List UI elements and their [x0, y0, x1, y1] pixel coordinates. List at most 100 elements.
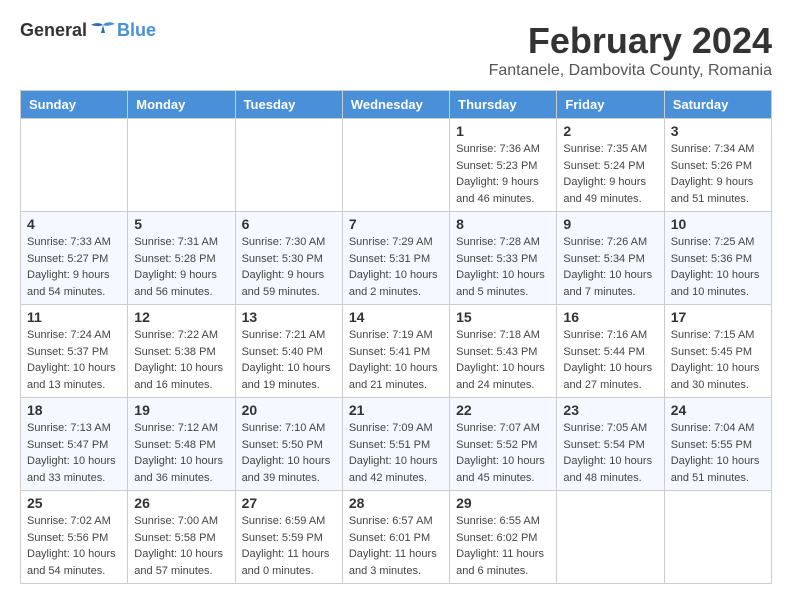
day-info: Sunrise: 7:19 AM Sunset: 5:41 PM Dayligh… — [349, 327, 443, 393]
calendar-week-row: 11 Sunrise: 7:24 AM Sunset: 5:37 PM Dayli… — [21, 305, 772, 398]
calendar-cell — [21, 119, 128, 212]
day-number: 7 — [349, 216, 443, 232]
calendar-cell: 27Sunrise: 6:59 AM Sunset: 5:59 PM Dayli… — [235, 491, 342, 584]
day-header-sunday: Sunday — [21, 91, 128, 119]
day-header-monday: Monday — [128, 91, 235, 119]
logo-general-text: General — [20, 20, 87, 41]
day-number: 14 — [349, 309, 443, 325]
day-info: Sunrise: 7:10 AM Sunset: 5:50 PM Dayligh… — [242, 420, 336, 486]
day-number: 6 — [242, 216, 336, 232]
day-info: Sunrise: 7:07 AM Sunset: 5:52 PM Dayligh… — [456, 420, 550, 486]
day-info: Sunrise: 7:34 AM Sunset: 5:26 PM Dayligh… — [671, 141, 765, 207]
calendar-cell: 12 Sunrise: 7:22 AM Sunset: 5:38 PM Dayli… — [128, 305, 235, 398]
calendar-header-row: SundayMondayTuesdayWednesdayThursdayFrid… — [21, 91, 772, 119]
calendar-cell: 11 Sunrise: 7:24 AM Sunset: 5:37 PM Dayli… — [21, 305, 128, 398]
calendar-cell: 7 Sunrise: 7:29 AM Sunset: 5:31 PM Daylig… — [342, 212, 449, 305]
day-number: 4 — [27, 216, 121, 232]
day-header-saturday: Saturday — [664, 91, 771, 119]
day-number: 21 — [349, 402, 443, 418]
calendar-cell: 4 Sunrise: 7:33 AM Sunset: 5:27 PM Daylig… — [21, 212, 128, 305]
day-info: Sunrise: 7:36 AM Sunset: 5:23 PM Dayligh… — [456, 141, 550, 207]
logo-bird-icon — [89, 21, 117, 41]
location-title: Fantanele, Dambovita County, Romania — [489, 62, 772, 80]
day-number: 16 — [563, 309, 657, 325]
day-number: 27 — [242, 495, 336, 511]
calendar-cell: 18Sunrise: 7:13 AM Sunset: 5:47 PM Dayli… — [21, 398, 128, 491]
calendar-cell: 22 Sunrise: 7:07 AM Sunset: 5:52 PM Dayli… — [450, 398, 557, 491]
day-number: 24 — [671, 402, 765, 418]
logo-blue-text: Blue — [117, 20, 156, 41]
day-number: 25 — [27, 495, 121, 511]
day-number: 8 — [456, 216, 550, 232]
calendar-cell: 10 Sunrise: 7:25 AM Sunset: 5:36 PM Dayli… — [664, 212, 771, 305]
calendar-cell: 9 Sunrise: 7:26 AM Sunset: 5:34 PM Daylig… — [557, 212, 664, 305]
title-section: February 2024 Fantanele, Dambovita Count… — [489, 20, 772, 80]
day-header-thursday: Thursday — [450, 91, 557, 119]
day-number: 13 — [242, 309, 336, 325]
day-info: Sunrise: 7:13 AM Sunset: 5:47 PM Dayligh… — [27, 420, 121, 486]
day-info: Sunrise: 7:29 AM Sunset: 5:31 PM Dayligh… — [349, 234, 443, 300]
day-number: 17 — [671, 309, 765, 325]
calendar-cell: 25 Sunrise: 7:02 AM Sunset: 5:56 PM Dayli… — [21, 491, 128, 584]
day-info: Sunrise: 7:25 AM Sunset: 5:36 PM Dayligh… — [671, 234, 765, 300]
day-number: 11 — [27, 309, 121, 325]
calendar-cell — [128, 119, 235, 212]
day-number: 22 — [456, 402, 550, 418]
calendar-cell: 21 Sunrise: 7:09 AM Sunset: 5:51 PM Dayli… — [342, 398, 449, 491]
calendar-week-row: 4 Sunrise: 7:33 AM Sunset: 5:27 PM Daylig… — [21, 212, 772, 305]
calendar-cell: 23 Sunrise: 7:05 AM Sunset: 5:54 PM Dayli… — [557, 398, 664, 491]
day-info: Sunrise: 6:55 AM Sunset: 6:02 PM Dayligh… — [456, 513, 550, 579]
day-number: 3 — [671, 123, 765, 139]
calendar-cell — [664, 491, 771, 584]
calendar-cell: 19Sunrise: 7:12 AM Sunset: 5:48 PM Dayli… — [128, 398, 235, 491]
calendar-cell: 1 Sunrise: 7:36 AM Sunset: 5:23 PM Daylig… — [450, 119, 557, 212]
calendar-cell: 14 Sunrise: 7:19 AM Sunset: 5:41 PM Dayli… — [342, 305, 449, 398]
day-info: Sunrise: 7:24 AM Sunset: 5:37 PM Dayligh… — [27, 327, 121, 393]
day-info: Sunrise: 7:31 AM Sunset: 5:28 PM Dayligh… — [134, 234, 228, 300]
calendar-cell: 3 Sunrise: 7:34 AM Sunset: 5:26 PM Daylig… — [664, 119, 771, 212]
calendar-cell: 17 Sunrise: 7:15 AM Sunset: 5:45 PM Dayli… — [664, 305, 771, 398]
day-info: Sunrise: 7:22 AM Sunset: 5:38 PM Dayligh… — [134, 327, 228, 393]
calendar-week-row: 18Sunrise: 7:13 AM Sunset: 5:47 PM Dayli… — [21, 398, 772, 491]
day-info: Sunrise: 7:05 AM Sunset: 5:54 PM Dayligh… — [563, 420, 657, 486]
day-info: Sunrise: 7:09 AM Sunset: 5:51 PM Dayligh… — [349, 420, 443, 486]
day-info: Sunrise: 7:00 AM Sunset: 5:58 PM Dayligh… — [134, 513, 228, 579]
day-number: 10 — [671, 216, 765, 232]
calendar-cell: 13 Sunrise: 7:21 AM Sunset: 5:40 PM Dayli… — [235, 305, 342, 398]
calendar-cell: 20 Sunrise: 7:10 AM Sunset: 5:50 PM Dayli… — [235, 398, 342, 491]
calendar-cell — [342, 119, 449, 212]
day-info: Sunrise: 7:16 AM Sunset: 5:44 PM Dayligh… — [563, 327, 657, 393]
day-info: Sunrise: 7:21 AM Sunset: 5:40 PM Dayligh… — [242, 327, 336, 393]
day-info: Sunrise: 7:35 AM Sunset: 5:24 PM Dayligh… — [563, 141, 657, 207]
calendar-cell: 2 Sunrise: 7:35 AM Sunset: 5:24 PM Daylig… — [557, 119, 664, 212]
day-number: 2 — [563, 123, 657, 139]
calendar-cell: 24Sunrise: 7:04 AM Sunset: 5:55 PM Dayli… — [664, 398, 771, 491]
calendar-table: SundayMondayTuesdayWednesdayThursdayFrid… — [20, 90, 772, 584]
day-number: 26 — [134, 495, 228, 511]
calendar-cell: 28Sunrise: 6:57 AM Sunset: 6:01 PM Dayli… — [342, 491, 449, 584]
day-number: 28 — [349, 495, 443, 511]
calendar-cell: 15Sunrise: 7:18 AM Sunset: 5:43 PM Dayli… — [450, 305, 557, 398]
day-number: 12 — [134, 309, 228, 325]
day-info: Sunrise: 7:26 AM Sunset: 5:34 PM Dayligh… — [563, 234, 657, 300]
day-number: 5 — [134, 216, 228, 232]
day-number: 23 — [563, 402, 657, 418]
page-header: General Blue February 2024 Fantanele, Da… — [20, 20, 772, 80]
day-number: 29 — [456, 495, 550, 511]
calendar-cell: 16 Sunrise: 7:16 AM Sunset: 5:44 PM Dayli… — [557, 305, 664, 398]
day-number: 1 — [456, 123, 550, 139]
logo: General Blue — [20, 20, 156, 41]
calendar-week-row: 1 Sunrise: 7:36 AM Sunset: 5:23 PM Daylig… — [21, 119, 772, 212]
day-number: 9 — [563, 216, 657, 232]
day-info: Sunrise: 7:15 AM Sunset: 5:45 PM Dayligh… — [671, 327, 765, 393]
day-number: 20 — [242, 402, 336, 418]
month-title: February 2024 — [489, 20, 772, 62]
day-header-wednesday: Wednesday — [342, 91, 449, 119]
day-info: Sunrise: 7:12 AM Sunset: 5:48 PM Dayligh… — [134, 420, 228, 486]
day-info: Sunrise: 7:02 AM Sunset: 5:56 PM Dayligh… — [27, 513, 121, 579]
calendar-cell: 5 Sunrise: 7:31 AM Sunset: 5:28 PM Daylig… — [128, 212, 235, 305]
day-info: Sunrise: 7:28 AM Sunset: 5:33 PM Dayligh… — [456, 234, 550, 300]
day-header-tuesday: Tuesday — [235, 91, 342, 119]
day-info: Sunrise: 7:33 AM Sunset: 5:27 PM Dayligh… — [27, 234, 121, 300]
calendar-cell — [235, 119, 342, 212]
